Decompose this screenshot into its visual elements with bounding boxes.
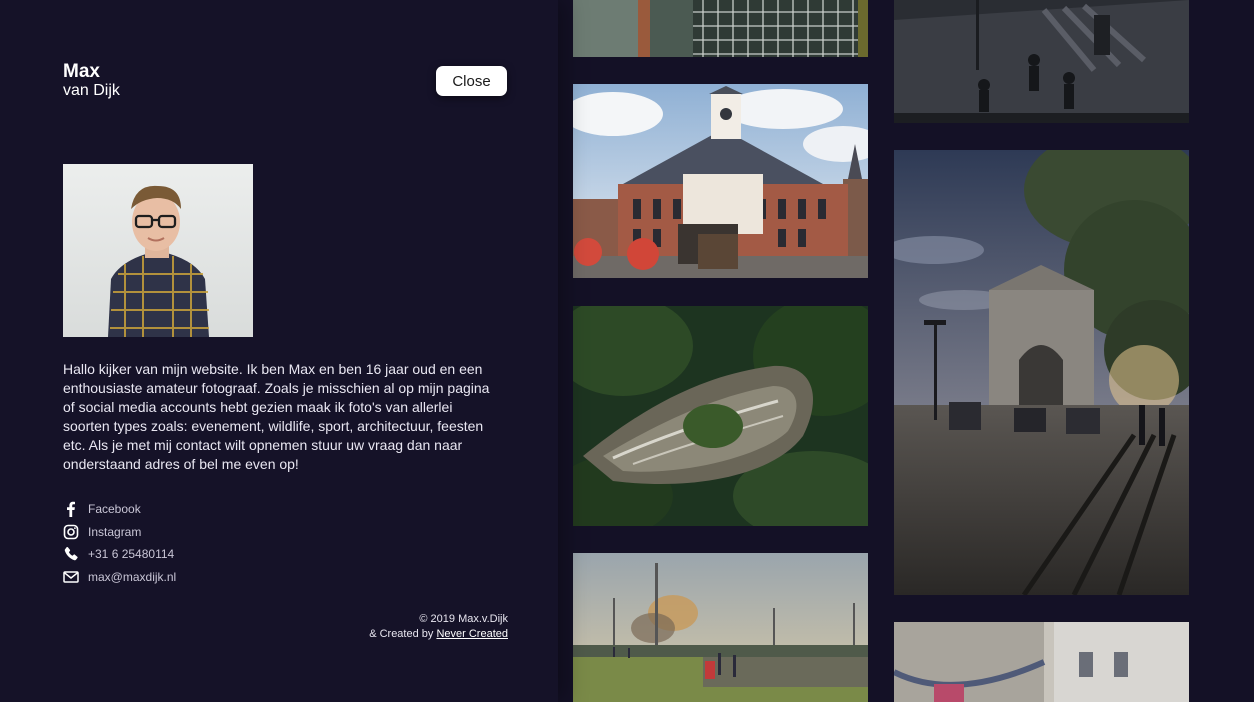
gallery-photo-building[interactable] <box>894 622 1189 702</box>
copyright-text: © 2019 Max.v.Dijk <box>419 613 508 625</box>
mail-icon <box>63 569 79 585</box>
page: Max van Dijk Close Hallo kijker van mijn… <box>0 0 1254 702</box>
profile-photo <box>63 164 253 337</box>
credits-prefix: & Created by <box>369 628 434 640</box>
contact-item-mail[interactable]: max@maxdijk.nl <box>63 566 176 589</box>
footer: © 2019 Max.v.Dijk & Created by Never Cre… <box>369 612 508 642</box>
facebook-icon <box>63 501 79 518</box>
brand-last-name: van Dijk <box>63 82 120 99</box>
close-button[interactable]: Close <box>436 66 507 96</box>
phone-icon <box>63 546 79 562</box>
gallery-photo-tractor-event[interactable] <box>573 553 868 702</box>
contact-item-instagram[interactable]: Instagram <box>63 521 176 544</box>
gallery-photo-arc-de-triomphe[interactable] <box>894 150 1189 595</box>
brand-first-name: Max <box>63 61 100 82</box>
contact-label: Facebook <box>88 502 141 517</box>
bio-text: Hallo kijker van mijn website. Ik ben Ma… <box>63 361 490 472</box>
contact-label: max@maxdijk.nl <box>88 569 177 584</box>
gallery-photo-grate[interactable] <box>573 0 868 57</box>
contact-item-facebook[interactable]: Facebook <box>63 498 176 521</box>
gallery-photo-townhall[interactable] <box>573 84 868 278</box>
contact-list: Facebook Instagram +31 6 25480114 max@ma… <box>63 498 176 588</box>
instagram-icon <box>63 524 79 540</box>
contact-label: Instagram <box>88 524 142 539</box>
about-panel: Max van Dijk Close Hallo kijker van mijn… <box>0 0 558 702</box>
credits-line: & Created by Never Created <box>369 627 508 642</box>
credits-link[interactable]: Never Created <box>436 628 508 640</box>
gallery-photo-waterfall[interactable] <box>573 306 868 526</box>
contact-label: +31 6 25480114 <box>88 547 175 562</box>
brand-name: Max van Dijk <box>63 62 120 100</box>
contact-item-phone[interactable]: +31 6 25480114 <box>63 543 176 566</box>
gallery-photo-street[interactable] <box>894 0 1189 123</box>
